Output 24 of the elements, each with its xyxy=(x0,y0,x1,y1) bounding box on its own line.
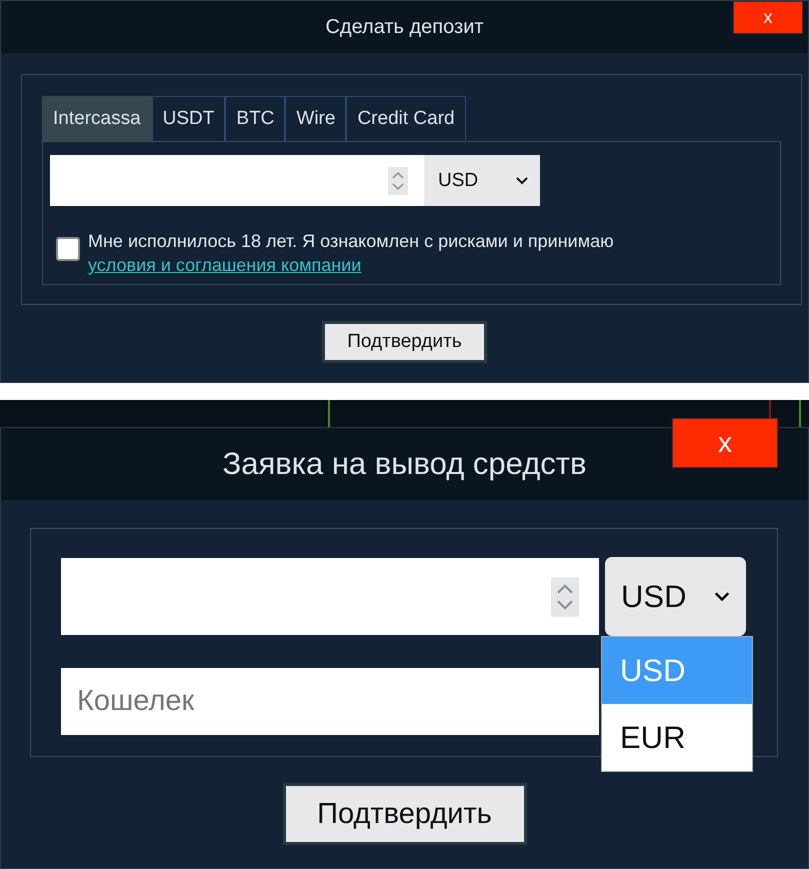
payment-tab[interactable]: BTC xyxy=(225,96,286,141)
close-button[interactable]: x xyxy=(733,1,803,34)
currency-select[interactable]: USD xyxy=(424,155,540,206)
confirm-button[interactable]: Подтвердить xyxy=(322,321,487,363)
dialog-title: Сделать депозит xyxy=(325,16,484,38)
terms-link[interactable]: условия и соглашения компании xyxy=(88,255,362,275)
currency-select[interactable]: USD xyxy=(605,557,746,636)
close-button[interactable]: x xyxy=(672,418,778,468)
payment-tab[interactable]: Credit Card xyxy=(346,96,466,141)
chevron-down-icon xyxy=(714,592,730,602)
spinner-icon[interactable] xyxy=(551,576,579,616)
payment-tab[interactable]: Wire xyxy=(285,96,346,141)
amount-field[interactable] xyxy=(61,558,599,635)
payment-tab[interactable]: Intercassa xyxy=(42,96,152,141)
agreement-text: Мне исполнилось 18 лет. Я ознакомлен с рисками и принимаю условия и соглашения компании xyxy=(88,230,615,277)
payment-tab[interactable]: USDT xyxy=(152,96,226,141)
spinner-icon[interactable] xyxy=(388,166,408,194)
currency-option[interactable]: EUR xyxy=(602,704,752,771)
dialog-title: Заявка на вывод средств xyxy=(222,446,586,482)
chevron-down-icon xyxy=(516,176,528,184)
agreement-checkbox[interactable] xyxy=(56,237,80,261)
amount-field[interactable] xyxy=(50,155,424,206)
confirm-button[interactable]: Подтвердить xyxy=(282,783,526,845)
wallet-field[interactable]: Кошелек xyxy=(61,668,599,735)
